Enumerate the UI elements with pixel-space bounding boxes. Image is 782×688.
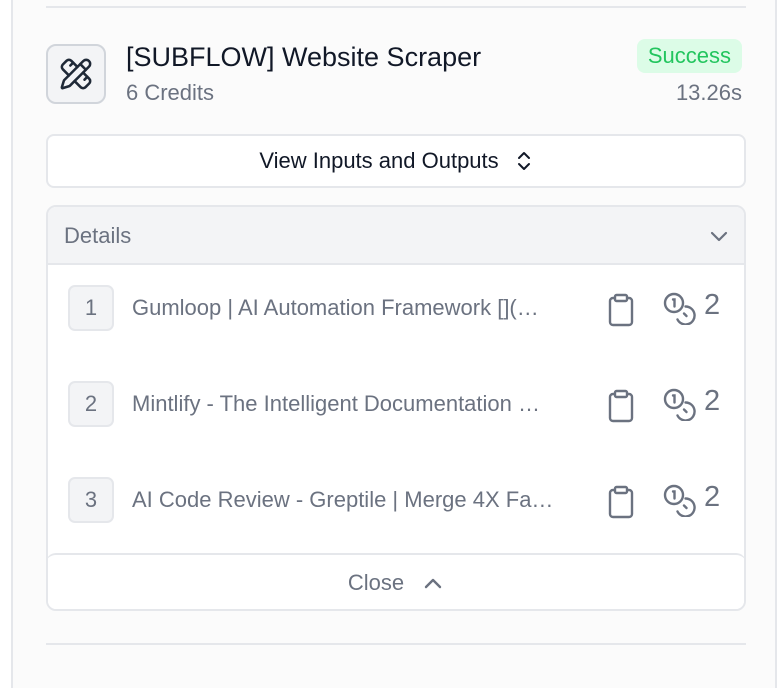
list-item: 2 Mintlify - The Intelligent Documentati… — [48, 361, 744, 457]
clipboard-icon[interactable] — [606, 485, 636, 519]
row-index: 1 — [68, 285, 114, 331]
node-title: [SUBFLOW] Website Scraper — [126, 42, 482, 72]
row-credit-count: 2 — [704, 481, 721, 513]
row-credit-count: 2 — [704, 289, 721, 321]
status-badge: Success — [636, 39, 742, 73]
close-label: Close — [347, 570, 405, 595]
node-credits: 6 Credits — [126, 80, 215, 105]
row-credit-count: 2 — [704, 385, 721, 417]
row-index: 3 — [68, 477, 114, 523]
run-duration: 13.26s — [675, 80, 742, 105]
divider-top — [46, 6, 746, 8]
chevron-up-icon — [424, 578, 442, 589]
details-header[interactable]: Details — [48, 207, 744, 265]
chevron-down-icon — [710, 231, 728, 242]
list-item: 1 Gumloop | AI Automation Framework [](…… — [48, 265, 744, 361]
clipboard-icon[interactable] — [606, 293, 636, 327]
coins-icon — [663, 388, 696, 421]
row-text: Mintlify - The Intelligent Documentation… — [132, 391, 540, 416]
node-icon-box — [46, 44, 106, 104]
row-text: AI Code Review - Greptile | Merge 4X Fa… — [132, 487, 554, 512]
coins-icon — [663, 292, 696, 325]
list-item: 3 AI Code Review - Greptile | Merge 4X F… — [48, 457, 744, 553]
clipboard-icon[interactable] — [606, 389, 636, 423]
close-button[interactable]: Close — [48, 553, 744, 609]
coins-icon — [663, 484, 696, 517]
view-inputs-outputs-button[interactable]: View Inputs and Outputs — [46, 134, 746, 188]
row-text: Gumloop | AI Automation Framework [](… — [132, 295, 539, 320]
details-title: Details — [64, 223, 132, 248]
run-log-panel: [SUBFLOW] Website Scraper 6 Credits Succ… — [11, 0, 777, 688]
divider-bottom — [46, 643, 746, 645]
row-index: 2 — [68, 381, 114, 427]
details-accordion: Details 1 Gumloop | AI Automation Framew… — [46, 205, 746, 611]
pencil-ruler-icon — [60, 58, 92, 90]
view-inputs-outputs-label: View Inputs and Outputs — [259, 148, 499, 173]
chevron-up-down-icon — [517, 152, 530, 170]
